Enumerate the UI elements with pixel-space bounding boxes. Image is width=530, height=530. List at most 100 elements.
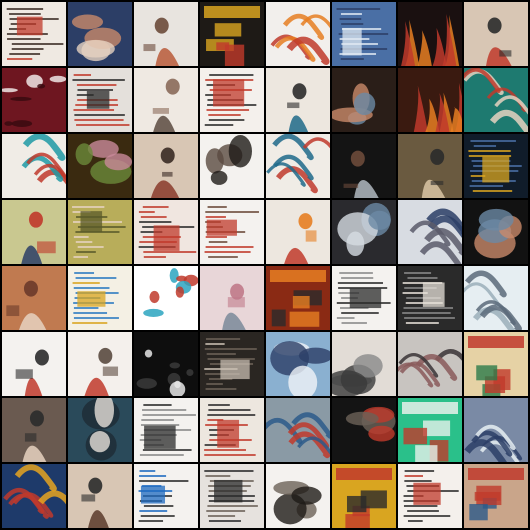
- tile-image: [332, 200, 396, 264]
- image-tile: [398, 2, 462, 66]
- image-tile: [266, 266, 330, 330]
- image-tile: [266, 332, 330, 396]
- tile-image: [200, 332, 264, 396]
- image-tile: [398, 398, 462, 462]
- image-tile: [398, 266, 462, 330]
- tile-image: [266, 332, 330, 396]
- image-tile: [68, 332, 132, 396]
- tile-image: [200, 134, 264, 198]
- image-tile: [398, 68, 462, 132]
- image-tile: [134, 464, 198, 528]
- tile-image: [68, 332, 132, 396]
- tile-image: [200, 464, 264, 528]
- image-tile: [266, 398, 330, 462]
- tile-image: [332, 332, 396, 396]
- image-tile: [134, 68, 198, 132]
- tile-image: [266, 68, 330, 132]
- tile-image: [2, 200, 66, 264]
- tile-image: [68, 200, 132, 264]
- tile-image: [266, 266, 330, 330]
- image-tile: [398, 134, 462, 198]
- tile-image: [464, 332, 528, 396]
- image-tile: [464, 332, 528, 396]
- image-tile: [332, 134, 396, 198]
- tile-image: [398, 134, 462, 198]
- image-tile: [2, 266, 66, 330]
- image-tile: [464, 266, 528, 330]
- image-tile: [266, 464, 330, 528]
- image-tile: [332, 200, 396, 264]
- image-tile: [200, 134, 264, 198]
- tile-image: [332, 134, 396, 198]
- image-tile: [266, 68, 330, 132]
- image-tile: [464, 68, 528, 132]
- image-grid: [2, 2, 528, 528]
- tile-image: [134, 134, 198, 198]
- image-tile: [134, 200, 198, 264]
- tile-image: [464, 2, 528, 66]
- tile-image: [464, 134, 528, 198]
- image-tile: [464, 2, 528, 66]
- tile-image: [134, 200, 198, 264]
- image-tile: [134, 2, 198, 66]
- image-tile: [332, 2, 396, 66]
- tile-image: [2, 266, 66, 330]
- tile-image: [68, 398, 132, 462]
- image-tile: [332, 464, 396, 528]
- tile-image: [266, 464, 330, 528]
- image-tile: [464, 134, 528, 198]
- image-tile: [68, 398, 132, 462]
- image-tile: [2, 2, 66, 66]
- image-tile: [398, 464, 462, 528]
- image-tile: [398, 332, 462, 396]
- image-tile: [464, 464, 528, 528]
- tile-image: [200, 2, 264, 66]
- tile-image: [200, 68, 264, 132]
- image-tile: [200, 2, 264, 66]
- tile-image: [134, 266, 198, 330]
- tile-image: [134, 68, 198, 132]
- tile-image: [332, 398, 396, 462]
- image-tile: [2, 332, 66, 396]
- image-tile: [332, 398, 396, 462]
- tile-image: [398, 68, 462, 132]
- image-tile: [2, 200, 66, 264]
- tile-image: [2, 68, 66, 132]
- image-tile: [134, 134, 198, 198]
- image-tile: [464, 398, 528, 462]
- tile-image: [398, 2, 462, 66]
- image-tile: [200, 398, 264, 462]
- tile-image: [332, 464, 396, 528]
- tile-image: [2, 464, 66, 528]
- image-tile: [332, 68, 396, 132]
- image-tile: [464, 200, 528, 264]
- image-tile: [266, 200, 330, 264]
- tile-image: [464, 266, 528, 330]
- tile-image: [266, 398, 330, 462]
- tile-image: [266, 2, 330, 66]
- tile-image: [200, 200, 264, 264]
- tile-image: [332, 2, 396, 66]
- tile-image: [398, 266, 462, 330]
- tile-image: [200, 398, 264, 462]
- tile-image: [134, 398, 198, 462]
- tile-image: [2, 332, 66, 396]
- tile-image: [332, 266, 396, 330]
- tile-image: [398, 200, 462, 264]
- image-tile: [200, 200, 264, 264]
- image-tile: [200, 464, 264, 528]
- image-tile: [68, 200, 132, 264]
- tile-image: [266, 200, 330, 264]
- image-tile: [2, 68, 66, 132]
- tile-image: [464, 464, 528, 528]
- image-tile: [200, 266, 264, 330]
- tile-image: [2, 398, 66, 462]
- image-tile: [200, 332, 264, 396]
- image-tile: [134, 398, 198, 462]
- image-tile: [332, 266, 396, 330]
- tile-image: [398, 464, 462, 528]
- image-tile: [134, 266, 198, 330]
- tile-image: [398, 398, 462, 462]
- tile-image: [2, 134, 66, 198]
- image-tile: [200, 68, 264, 132]
